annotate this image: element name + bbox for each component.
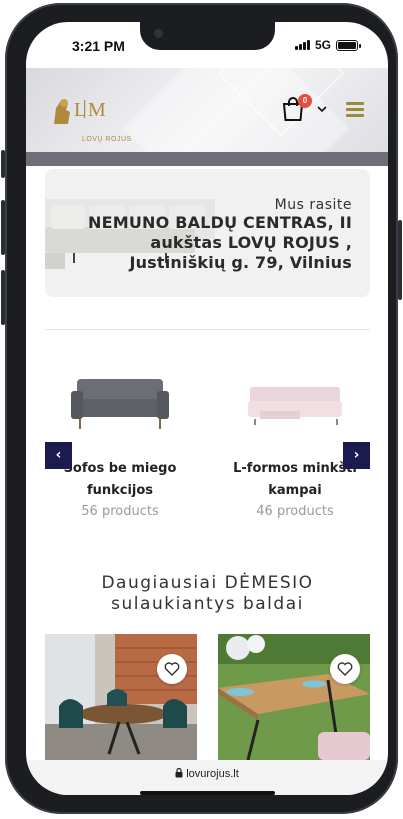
signal-icon xyxy=(294,40,310,50)
logo-text: LOVŲ ROJUS xyxy=(82,136,132,143)
wishlist-heart-icon[interactable] xyxy=(157,654,187,684)
svg-text:M: M xyxy=(88,99,106,121)
site-header: L M LOVŲ ROJUS 0 xyxy=(26,68,388,152)
wishlist-heart-icon[interactable] xyxy=(330,654,360,684)
category-count: 46 products xyxy=(256,504,334,519)
browser-address-bar[interactable]: lovurojus.lt xyxy=(26,760,388,795)
power-button xyxy=(398,220,402,300)
pink-sofa-image xyxy=(248,387,342,425)
banner-address: NEMUNO BALDŲ CENTRAS, II aukštas LOVŲ RO… xyxy=(88,213,352,272)
url-text: lovurojus.lt xyxy=(186,768,239,780)
phone-screen: 3:21 PM 5G L M LOVŲ ROJUS 0 Mus rasite N… xyxy=(26,22,388,795)
product-card[interactable] xyxy=(45,634,197,760)
carousel-prev-button[interactable]: ‹ xyxy=(45,442,72,469)
home-indicator[interactable] xyxy=(140,791,275,795)
store-location-banner[interactable]: Mus rasite NEMUNO BALDŲ CENTRAS, II aukš… xyxy=(45,169,370,297)
phone-frame: 3:21 PM 5G L M LOVŲ ROJUS 0 Mus rasite N… xyxy=(5,3,398,814)
dining-set-image xyxy=(45,634,197,760)
category-count: 56 products xyxy=(81,504,159,519)
notch xyxy=(140,22,275,50)
status-time: 3:21 PM xyxy=(72,38,125,54)
section-title: Daugiausiai DĖMESIO sulaukiantys baldai xyxy=(101,573,314,614)
outdoor-table-image xyxy=(218,634,370,760)
carousel-next-button[interactable]: › xyxy=(343,442,370,469)
header-stripe xyxy=(26,152,388,166)
cart-count-badge: 0 xyxy=(298,94,312,108)
product-card[interactable] xyxy=(218,634,370,760)
url-display: lovurojus.lt xyxy=(26,767,388,780)
status-indicators: 5G xyxy=(294,38,361,52)
grey-sofa-image xyxy=(71,379,169,429)
battery-icon xyxy=(336,39,361,51)
hamburger-menu-icon[interactable] xyxy=(346,102,364,117)
banner-text: Mus rasite NEMUNO BALDŲ CENTRAS, II aukš… xyxy=(82,197,352,273)
category-carousel: Sofos be miego funkcijos 56 products L-f… xyxy=(45,367,370,537)
lock-icon xyxy=(175,767,183,778)
banner-subtitle: Mus rasite xyxy=(274,197,352,213)
network-label: 5G xyxy=(314,38,331,52)
lovu-rojus-logo[interactable]: L M xyxy=(50,94,124,130)
divider xyxy=(45,329,370,330)
chevron-down-icon[interactable] xyxy=(316,104,328,114)
